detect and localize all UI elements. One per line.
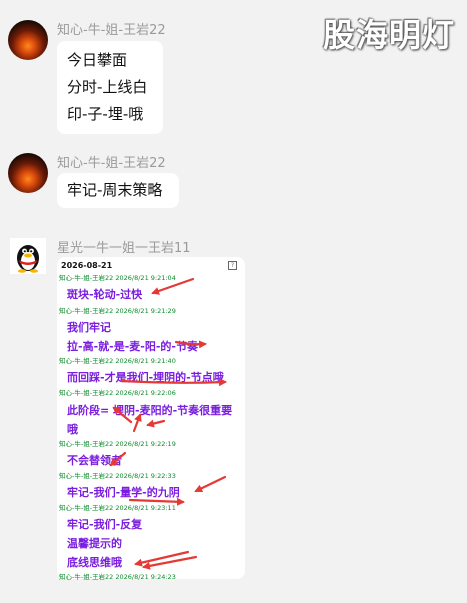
penguin-icon: [17, 245, 39, 273]
note-line: 不会替领者: [67, 454, 122, 467]
avatar[interactable]: [8, 153, 48, 193]
message-line: 今日攀面: [67, 51, 128, 69]
timestamp: 知心-牛-姐-王岩22 2026/8/21 9:24:23: [59, 573, 176, 581]
note-line: 牢记-我们-量学-的九阴: [67, 486, 180, 499]
note-line: 此阶段= 埋阴-麦阳的-节奏很重要: [67, 404, 233, 417]
card-date: 2026-08-21: [61, 261, 113, 270]
note-line: 拉-高-就-是-麦-阳-的-节奏: [67, 340, 198, 353]
message-line: 分时-上线白: [67, 78, 148, 96]
timestamp: 知心-牛-姐-王岩22 2026/8/21 9:21:40: [59, 357, 176, 365]
avatar[interactable]: [8, 20, 48, 60]
image-message-card[interactable]: 2026-08-21 ? 知心-牛-姐-王岩22 2026/8/21 9:21:…: [57, 257, 245, 581]
sender-name: 星光一牛一姐一王岩11: [57, 241, 191, 256]
qq-penguin-avatar[interactable]: [10, 238, 46, 274]
note-line: 哦: [67, 423, 78, 436]
message-bubble[interactable]: 牢记-周末策略: [57, 173, 179, 208]
timestamp: 知心-牛-姐-王岩22 2026/8/21 9:23:11: [59, 504, 176, 512]
timestamp: 知心-牛-姐-王岩22 2026/8/21 9:22:06: [59, 389, 176, 397]
message-line: 牢记-周末策略: [67, 181, 163, 199]
timestamp: 知心-牛-姐-王岩22 2026/8/21 9:22:33: [59, 472, 176, 480]
note-line: 牢记-我们-反复: [67, 518, 143, 531]
timestamp: 知心-牛-姐-王岩22 2026/8/21 9:21:29: [59, 307, 176, 315]
timestamp: 知心-牛-姐-王岩22 2026/8/21 9:22:19: [59, 440, 176, 448]
flag-icon: ?: [228, 261, 237, 270]
note-line: 温馨提示的: [67, 537, 122, 550]
note-line: 我们牢记: [67, 321, 111, 334]
message-bubble[interactable]: 今日攀面 分时-上线白 印-子-埋-哦: [57, 41, 163, 134]
watermark-logo: 股海明灯: [322, 16, 455, 54]
sender-name: 知心-牛-姐-王岩22: [57, 23, 166, 38]
timestamp: 知心-牛-姐-王岩22 2026/8/21 9:21:04: [59, 274, 176, 282]
note-line: 斑块-轮动-过快: [67, 288, 143, 301]
note-line: 底线思维哦: [67, 556, 122, 569]
note-line: 而回踩-才是我们-埋阴的-节点哦: [67, 371, 224, 384]
sender-name: 知心-牛-姐-王岩22: [57, 156, 166, 171]
message-line: 印-子-埋-哦: [67, 105, 144, 123]
